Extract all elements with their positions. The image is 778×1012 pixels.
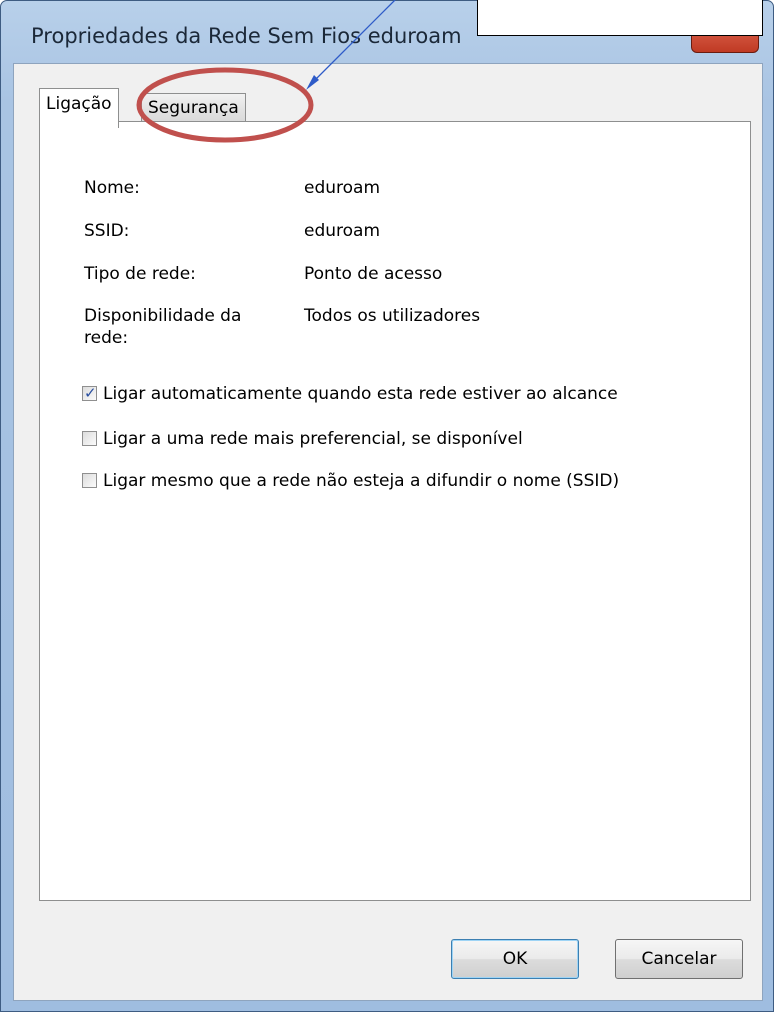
dialog-client-area: Segurança Ligação Nome: eduroam SSID: ed…: [13, 63, 763, 1001]
hidden-ssid-option[interactable]: Ligar mesmo que a rede não esteja a difu…: [82, 470, 619, 492]
annotation-callout-box: [477, 0, 763, 36]
window-title: Propriedades da Rede Sem Fios eduroam: [31, 24, 462, 48]
ssid-value: eduroam: [304, 221, 381, 241]
ok-button[interactable]: OK: [451, 939, 579, 979]
availability-label: Disponibilidade da rede:: [84, 306, 242, 348]
preferred-network-label: Ligar a uma rede mais preferencial, se d…: [103, 429, 523, 449]
auto-connect-label: Ligar automaticamente quando esta rede e…: [103, 384, 618, 404]
preferred-network-checkbox[interactable]: [82, 430, 97, 446]
availability-value: Todos os utilizadores: [304, 306, 481, 326]
tab-seguranca[interactable]: Segurança: [141, 93, 246, 123]
network-type-label: Tipo de rede:: [84, 264, 196, 284]
tab-ligacao[interactable]: Ligação: [39, 88, 119, 128]
hidden-ssid-label: Ligar mesmo que a rede não esteja a difu…: [103, 471, 620, 491]
name-label: Nome:: [84, 178, 140, 198]
cancel-button[interactable]: Cancelar: [615, 939, 743, 979]
auto-connect-option[interactable]: Ligar automaticamente quando esta rede e…: [82, 382, 618, 405]
properties-window: Propriedades da Rede Sem Fios eduroam Se…: [0, 0, 774, 1012]
name-value: eduroam: [304, 178, 381, 198]
network-type-value: Ponto de acesso: [304, 264, 443, 284]
ssid-label: SSID:: [84, 221, 130, 241]
hidden-ssid-checkbox[interactable]: [82, 472, 97, 488]
preferred-network-option[interactable]: Ligar a uma rede mais preferencial, se d…: [82, 428, 523, 450]
tab-panel-ligacao: Nome: eduroam SSID: eduroam Tipo de rede…: [39, 121, 751, 901]
auto-connect-checkbox[interactable]: [82, 382, 97, 404]
